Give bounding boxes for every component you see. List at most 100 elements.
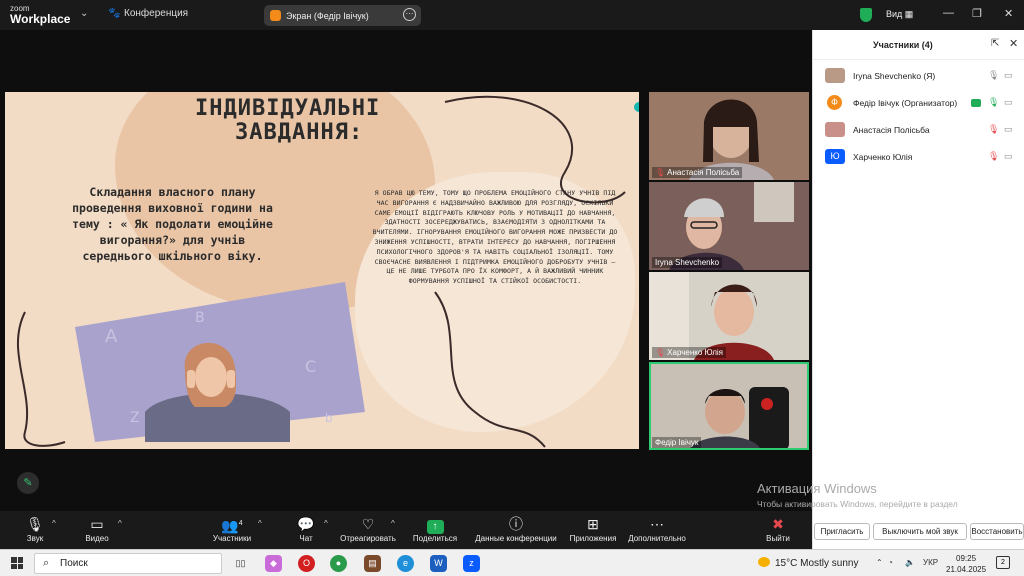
close-panel-icon[interactable]: ✕ (1009, 37, 1018, 50)
more-button[interactable]: ⋯ Дополнительно (622, 514, 692, 543)
task-view-icon[interactable]: ▯▯ (232, 555, 249, 572)
chevron-up-icon[interactable]: ^ (52, 519, 56, 528)
muted-mic-icon[interactable]: 🎙 (988, 124, 999, 135)
camera-icon[interactable]: ▭ (1004, 97, 1013, 108)
chevron-up-icon[interactable]: ^ (258, 519, 262, 528)
volume-icon[interactable]: 🔈 (905, 558, 915, 567)
edge-icon[interactable]: e (397, 555, 414, 572)
video-tile-active-speaker[interactable]: Федір Івічук (649, 362, 809, 450)
opera-icon[interactable]: O (298, 555, 315, 572)
weather-sun-icon (758, 557, 770, 567)
share-button[interactable]: ↑ Поделиться (400, 514, 470, 543)
zoom-icon[interactable]: z (463, 555, 480, 572)
panel-title: Участники (4) (873, 40, 933, 50)
svg-text:C: C (305, 357, 316, 376)
meeting-info-button[interactable]: ⓘ Данные конференции (472, 514, 560, 543)
apps-button[interactable]: ⊞ Приложения (558, 514, 628, 543)
muted-mic-icon: 🎙 (655, 348, 666, 357)
word-icon[interactable]: W (430, 555, 447, 572)
task-description: Складання власного плану проведення вихо… (72, 185, 273, 263)
participants-button[interactable]: 👥4 Участники (197, 514, 267, 543)
mute-me-button[interactable]: Выключить мой звук (873, 523, 967, 540)
weather-widget[interactable]: 15°C Mostly sunny (758, 557, 858, 569)
close-icon[interactable]: ✕ (1004, 7, 1013, 20)
audio-button[interactable]: 🎙 Звук (0, 514, 70, 543)
participant-name: 🎙 Харченко Юлія (652, 347, 727, 358)
windows-taskbar: ⌕ Поиск ▯▯ ◆ O ● ▤ e W z 15°C Mostly sun… (0, 549, 1024, 576)
title-line2: ЗАВДАННЯ: (235, 120, 364, 145)
language-indicator[interactable]: УКР (923, 558, 938, 567)
invite-button[interactable]: Пригласить (814, 523, 870, 540)
participant-row[interactable]: Ф Федір Івічук (Организатор) 🎙 ▭ (813, 89, 1024, 116)
participant-row[interactable]: Iryna Shevchenko (Я) 🎙 ▭ (813, 62, 1024, 89)
video-tile[interactable]: Iryna Shevchenko (649, 182, 809, 270)
popout-icon[interactable]: ⇱ (991, 38, 999, 49)
restore-button[interactable]: Восстановить (970, 523, 1024, 540)
microphone-icon: 🎙 (26, 516, 44, 532)
camera-icon[interactable]: ▭ (1004, 124, 1013, 135)
mic-icon[interactable]: 🎙 (988, 97, 999, 108)
screen-share-pill[interactable]: Экран (Федір Івічук) ··· (264, 5, 421, 26)
search-placeholder: Поиск (60, 558, 88, 569)
copilot-icon[interactable]: ◆ (265, 555, 282, 572)
annotate-pencil-icon[interactable]: ✎ (17, 472, 39, 494)
chevron-up-icon[interactable]: ^ (391, 519, 395, 528)
panel-header: Участники (4) ⇱ ✕ (813, 30, 1024, 60)
participant-row-name: Федір Івічук (Организатор) (853, 98, 958, 108)
camera-icon[interactable]: ▭ (1004, 70, 1013, 81)
conference-menu[interactable]: 🐾 Конференция (108, 8, 188, 19)
muted-mic-icon[interactable]: 🎙 (988, 151, 999, 162)
muted-mic-icon: 🎙 (655, 168, 666, 177)
meeting-toolbar: 🎙 Звук ^ ▭ Видео ^ 👥4 Участники ^ 💬 Чат … (0, 511, 812, 549)
video-tile[interactable]: 🎙 Харченко Юлія (649, 272, 809, 360)
avatar: Ф (827, 95, 842, 110)
shared-slide: ІНДИВІДУАЛЬНІ ЗАВДАННЯ: Складання власно… (5, 92, 639, 449)
notification-icon[interactable]: 2 (996, 556, 1010, 569)
taskbar-search[interactable]: ⌕ Поиск (34, 553, 222, 574)
tray-chevron-icon[interactable]: ⌃ (876, 558, 883, 567)
avatar (825, 68, 845, 83)
apps-label: Приложения (569, 534, 617, 543)
mic-icon[interactable]: 🎙 (988, 70, 999, 81)
participant-name: Iryna Shevchenko (652, 257, 723, 268)
more-icon: ⋯ (650, 516, 664, 532)
chevron-down-icon[interactable]: ⌄ (80, 8, 88, 19)
view-label: Вид (886, 9, 903, 19)
chevron-up-icon[interactable]: ^ (324, 519, 328, 528)
panel-buttons: Пригласить Выключить мой звук Восстанови… (812, 523, 1024, 541)
avatar (825, 122, 845, 137)
chevron-up-icon[interactable]: ^ (118, 519, 122, 528)
leave-icon: ✖ (772, 516, 784, 532)
leave-button[interactable]: ✖ Выйти (743, 514, 813, 543)
more-options-icon[interactable]: ··· (403, 8, 416, 21)
share-indicator-icon (971, 99, 981, 107)
restore-icon[interactable]: ❐ (972, 7, 982, 20)
windows-start-icon[interactable] (11, 557, 23, 569)
taskbar-clock[interactable]: 09:25 21.04.2025 (946, 553, 986, 575)
conference-label: Конференция (124, 8, 189, 19)
wifi-icon[interactable]: ◔ (888, 558, 893, 567)
chat-icon: 💬 (297, 516, 315, 532)
minimize-icon[interactable]: — (943, 7, 954, 19)
weather-text: 15°C Mostly sunny (775, 558, 859, 569)
zoom-window: zoom Workplace ⌄ 🐾 Конференция Экран (Фед… (0, 0, 1024, 576)
participant-row[interactable]: Анастасія Полісьба 🎙 ▭ (813, 116, 1024, 143)
video-label: Видео (85, 534, 109, 543)
share-label: Поделиться (412, 534, 458, 543)
security-shield-icon[interactable] (860, 8, 872, 22)
topic-justification: Я ОБРАВ ЦЮ ТЕМУ, ТОМУ ЩО ПРОБЛЕМА ЕМОЦІЙ… (372, 189, 618, 286)
video-tile[interactable]: 🎙 Анастасія Полісьба (649, 92, 809, 180)
chrome-icon[interactable]: ● (330, 555, 347, 572)
avatar: Ю (825, 149, 845, 164)
participant-row-name: Харченко Юлія (853, 152, 913, 162)
chat-label: Чат (299, 534, 313, 543)
title-line1: ІНДИВІДУАЛЬНІ (195, 96, 381, 121)
chat-button[interactable]: 💬 Чат (271, 514, 341, 543)
meeting-info-label: Данные конференции (475, 534, 557, 543)
file-explorer-icon[interactable]: ▤ (364, 555, 381, 572)
camera-icon[interactable]: ▭ (1004, 151, 1013, 162)
more-label: Дополнительно (628, 534, 686, 543)
participant-row[interactable]: Ю Харченко Юлія 🎙 ▭ (813, 143, 1024, 170)
view-button[interactable]: Вид ▦ (886, 9, 913, 20)
participants-count: 4 (238, 520, 243, 527)
